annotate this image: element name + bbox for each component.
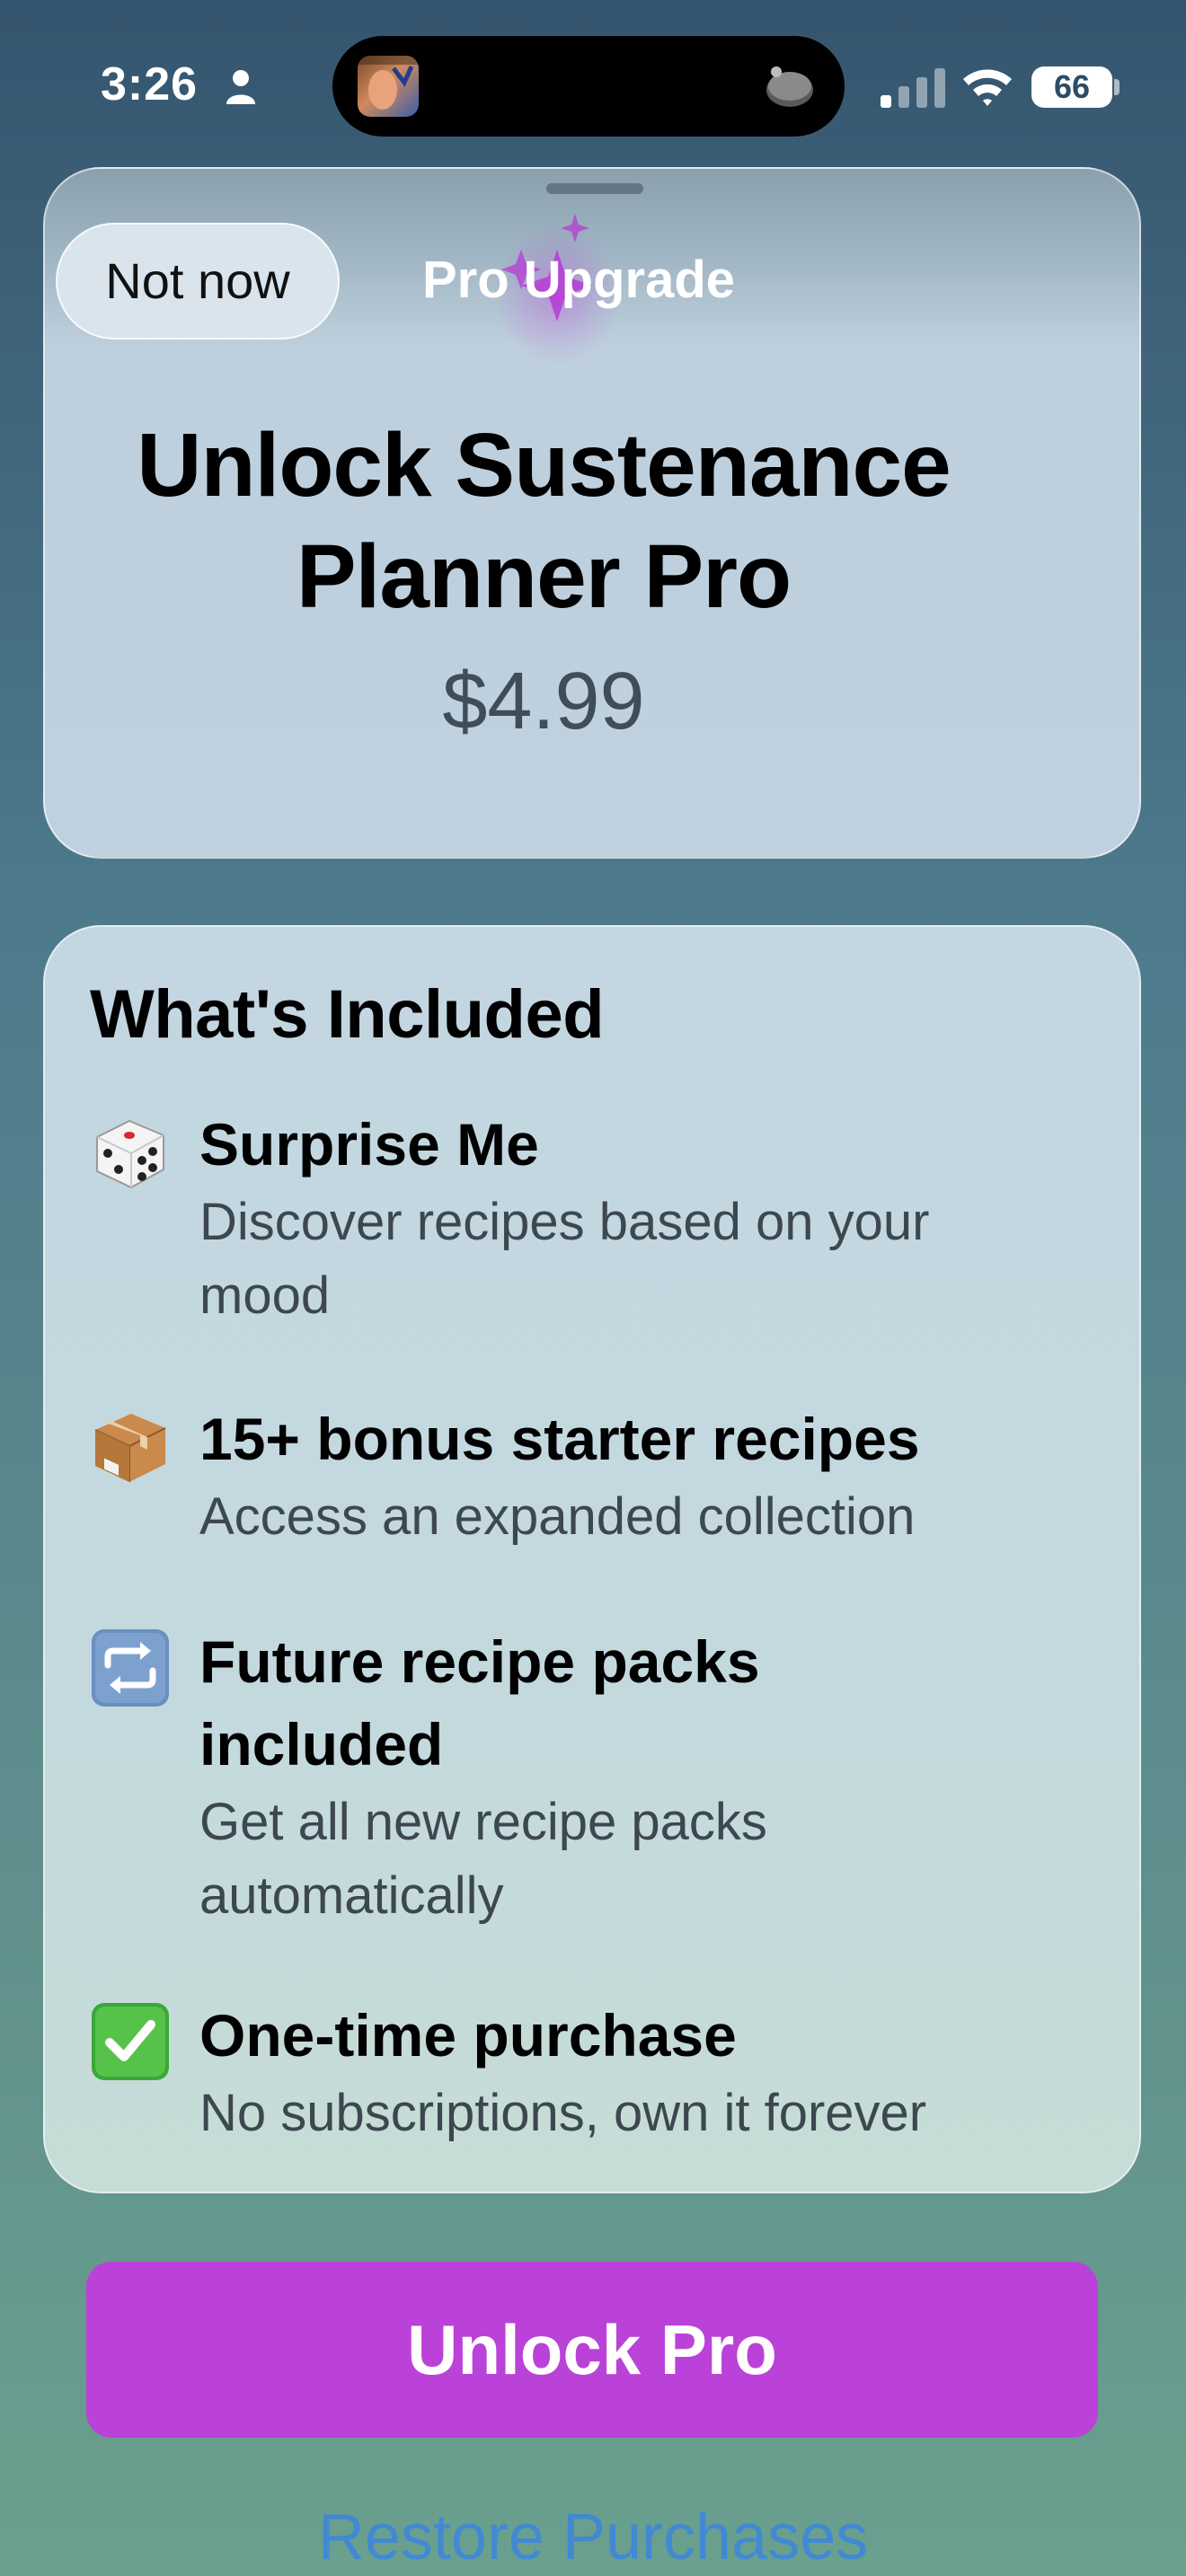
- repeat-icon: [92, 1629, 169, 1707]
- feature-title: Future recipe packs included: [199, 1628, 760, 1778]
- live-activity-app-icon: [358, 56, 419, 117]
- sheet-title: Pro Upgrade: [422, 251, 736, 309]
- feature-description: No subscriptions, own it forever: [199, 2084, 927, 2142]
- unlock-pro-button[interactable]: Unlock Pro: [86, 2262, 1098, 2438]
- upgrade-header-card: Not now Pro Upgrade Unlock Sustenance Pl…: [43, 167, 1141, 859]
- earbuds-case-icon: [766, 66, 813, 107]
- feature-description: Discover recipes based on your mood: [199, 1193, 930, 1325]
- features-heading: What's Included: [90, 976, 605, 1053]
- status-time: 3:26: [101, 58, 199, 110]
- battery-indicator: 66: [1031, 66, 1112, 108]
- feature-title: 15+ bonus starter recipes: [199, 1406, 920, 1472]
- feature-description: Access an expanded collection: [199, 1487, 916, 1546]
- dynamic-island[interactable]: [332, 36, 845, 137]
- features-card: What's Included Surprise Me Discover rec…: [43, 925, 1141, 2193]
- feature-title: Surprise Me: [199, 1111, 539, 1178]
- feature-description: Get all new recipe packs automatically: [199, 1793, 767, 1925]
- sheet-grabber[interactable]: [546, 183, 643, 194]
- battery-tip: [1114, 79, 1120, 95]
- price-label: $4.99: [442, 657, 645, 746]
- hero-title: Unlock Sustenance Planner Pro: [137, 415, 951, 627]
- not-now-button[interactable]: Not now: [56, 223, 340, 340]
- signal-icon: [881, 68, 945, 108]
- feature-title: One-time purchase: [199, 2002, 737, 2069]
- package-icon: [94, 1414, 166, 1482]
- status-bar: 3:26 66: [0, 0, 1186, 180]
- wifi-icon: [963, 69, 1012, 106]
- dice-icon: [96, 1119, 164, 1189]
- check-icon: [92, 2003, 169, 2080]
- person-icon: [226, 70, 255, 104]
- restore-purchases-link[interactable]: Restore Purchases: [0, 2501, 1186, 2574]
